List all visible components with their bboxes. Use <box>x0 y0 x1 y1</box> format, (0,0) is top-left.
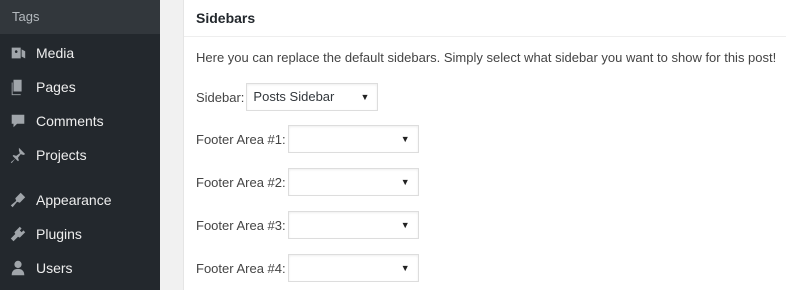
dropdown-arrow-icon: ▼ <box>360 92 370 102</box>
footer-area-3-select[interactable]: ▼ <box>287 211 419 239</box>
footer-area-3-label: Footer Area #3: <box>196 217 286 233</box>
panel-description: Here you can replace the default sidebar… <box>196 50 777 65</box>
sidebar-item-pages[interactable]: Pages <box>0 70 160 104</box>
sidebar-item-label: Comments <box>36 113 104 129</box>
footer-area-3-row: Footer Area #3: ▼ <box>196 211 419 239</box>
admin-sidebar: Tags Media Pages Comments Projects Appea… <box>0 0 160 290</box>
dropdown-arrow-icon: ▼ <box>400 220 410 230</box>
sidebar-item-projects[interactable]: Projects <box>0 138 160 172</box>
sidebar-item-label: Appearance <box>36 192 112 208</box>
dropdown-arrow-icon: ▼ <box>400 263 410 273</box>
sidebar-item-label: Media <box>36 45 75 61</box>
submenu-item-tags[interactable]: Tags <box>0 0 160 34</box>
sidebar-item-label: Projects <box>36 147 87 163</box>
footer-area-1-row: Footer Area #1: ▼ <box>196 125 419 153</box>
media-icon <box>0 44 36 62</box>
footer-area-1-select[interactable]: ▼ <box>287 125 419 153</box>
sidebar-item-media[interactable]: Media <box>0 36 160 70</box>
dropdown-arrow-icon: ▼ <box>400 177 410 187</box>
plugins-icon <box>0 225 36 243</box>
footer-area-2-select[interactable]: ▼ <box>287 168 419 196</box>
sidebar-select[interactable]: Posts Sidebar ▼ <box>246 83 379 111</box>
sidebars-panel: Sidebars Here you can replace the defaul… <box>183 0 786 290</box>
sidebar-item-appearance[interactable]: Appearance <box>0 183 160 217</box>
footer-area-2-row: Footer Area #2: ▼ <box>196 168 419 196</box>
footer-area-2-label: Footer Area #2: <box>196 174 286 190</box>
appearance-icon <box>0 191 36 209</box>
pages-icon <box>0 78 36 96</box>
sidebar-item-users[interactable]: Users <box>0 251 160 285</box>
panel-title: Sidebars <box>184 0 786 37</box>
sidebar-field-label: Sidebar: <box>196 89 245 105</box>
users-icon <box>0 259 36 277</box>
sidebar-field-row: Sidebar: Posts Sidebar ▼ <box>196 83 379 111</box>
sidebar-item-plugins[interactable]: Plugins <box>0 217 160 251</box>
sidebar-item-comments[interactable]: Comments <box>0 104 160 138</box>
footer-area-1-label: Footer Area #1: <box>196 131 286 147</box>
sidebar-item-label: Plugins <box>36 226 82 242</box>
sidebar-select-value: Posts Sidebar <box>253 89 335 104</box>
sidebar-item-label: Pages <box>36 79 76 95</box>
footer-area-4-select[interactable]: ▼ <box>287 254 419 282</box>
dropdown-arrow-icon: ▼ <box>400 134 410 144</box>
footer-area-4-label: Footer Area #4: <box>196 260 286 276</box>
projects-icon <box>0 146 36 164</box>
sidebar-item-label: Users <box>36 260 73 276</box>
footer-area-4-row: Footer Area #4: ▼ <box>196 254 419 282</box>
comments-icon <box>0 112 36 130</box>
